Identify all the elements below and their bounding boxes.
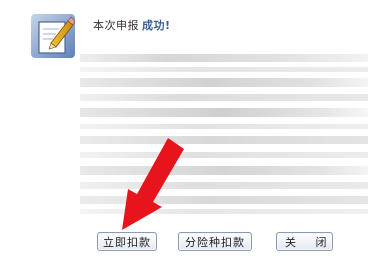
pay-by-tax-type-button[interactable]: 分险种扣款: [178, 232, 252, 251]
red-arrow-icon: [122, 138, 184, 230]
blur-band: [80, 78, 368, 87]
result-message: 本次申报 成功!: [93, 17, 171, 33]
success-status-text: 成功!: [142, 19, 171, 32]
message-prefix: 本次申报: [93, 19, 139, 32]
close-button[interactable]: 关 闭: [276, 232, 333, 251]
blur-band: [80, 54, 368, 62]
blur-band: [80, 108, 368, 117]
declaration-result-dialog: 本次申报 成功! 立即扣款 分险种扣款 关 闭: [0, 0, 368, 256]
blur-band: [80, 67, 368, 72]
notepad-pencil-icon: [31, 14, 76, 58]
pay-now-button[interactable]: 立即扣款: [97, 232, 157, 251]
blur-band: [80, 124, 368, 129]
blur-band: [80, 94, 368, 101]
